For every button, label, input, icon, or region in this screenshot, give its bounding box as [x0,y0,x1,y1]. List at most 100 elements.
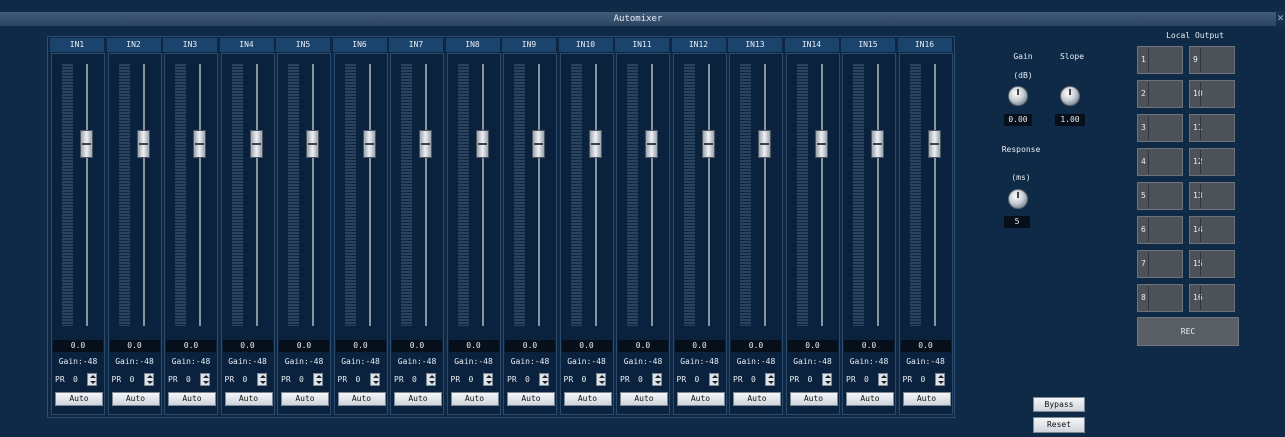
level-meter [344,64,356,326]
pr-spinner[interactable] [595,373,606,386]
fader-handle[interactable] [645,130,658,158]
pr-spinner[interactable] [539,373,549,386]
auto-button[interactable]: Auto [676,392,725,406]
output-button-7[interactable]: 7 [1137,250,1183,278]
output-button-14[interactable]: 14 [1189,216,1235,244]
pr-value[interactable]: 0 [921,375,926,384]
output-button-13[interactable]: 13 [1189,182,1235,210]
pr-spinner[interactable] [200,373,210,386]
output-button-16[interactable]: 16 [1189,284,1235,312]
pr-spinner[interactable] [313,373,323,386]
pr-value[interactable]: 0 [186,375,191,384]
pr-value[interactable]: 0 [243,375,248,384]
auto-button[interactable]: Auto [281,392,329,406]
pr-spinner[interactable] [87,373,97,386]
output-button-11[interactable]: 11 [1189,114,1235,142]
fader-handle[interactable] [193,130,206,158]
fader-handle[interactable] [871,130,884,158]
auto-button[interactable]: Auto [846,392,894,406]
auto-button[interactable]: Auto [168,392,216,406]
fader-handle[interactable] [136,130,150,158]
pr-value[interactable]: 0 [864,375,869,384]
output-button-4[interactable]: 4 [1137,148,1183,176]
close-icon[interactable]: ✕ [1276,11,1285,25]
output-button-3[interactable]: 3 [1137,114,1183,142]
auto-button[interactable]: Auto [620,392,668,406]
auto-button[interactable]: Auto [902,392,951,406]
rec-button[interactable]: REC [1137,317,1239,346]
pr-value[interactable]: 0 [130,375,135,384]
pr-value[interactable]: 0 [695,375,700,384]
auto-button[interactable]: Auto [111,392,160,406]
auto-button[interactable]: Auto [450,392,499,406]
output-button-divider [1148,218,1149,242]
pr-spinner[interactable] [878,373,888,386]
auto-button[interactable]: Auto [789,392,838,406]
fader-handle[interactable] [814,130,828,158]
output-button-6[interactable]: 6 [1137,216,1183,244]
auto-button[interactable]: Auto [224,392,273,406]
auto-button[interactable]: Auto [563,392,612,406]
auto-button[interactable]: Auto [733,392,781,406]
pr-value[interactable]: 0 [299,375,304,384]
pr-spinner[interactable] [482,373,493,386]
fader-value: 0.0 [166,340,216,352]
auto-button[interactable]: Auto [507,392,555,406]
output-button-label: 15 [1193,259,1203,268]
pr-spinner[interactable] [369,373,380,386]
pr-value[interactable]: 0 [412,375,417,384]
pr-value[interactable]: 0 [356,375,361,384]
fader-handle[interactable] [532,130,545,158]
auto-button[interactable]: Auto [337,392,386,406]
pr-spinner[interactable] [256,373,267,386]
output-button-9[interactable]: 9 [1189,46,1235,74]
output-button-10[interactable]: 10 [1189,80,1235,108]
fader-handle[interactable] [306,130,319,158]
fader-handle[interactable] [362,130,376,158]
bypass-button[interactable]: Bypass [1033,397,1085,412]
gain-knob[interactable] [1008,86,1028,106]
output-button-5[interactable]: 5 [1137,182,1183,210]
pr-value[interactable]: 0 [751,375,756,384]
response-knob[interactable] [1008,189,1028,209]
slope-value[interactable]: 1.00 [1055,114,1085,126]
slope-knob[interactable] [1060,86,1080,106]
fader-handle[interactable] [927,130,941,158]
pr-spinner[interactable] [821,373,832,386]
channel-label: IN6 [332,38,387,52]
output-button-12[interactable]: 12 [1189,148,1235,176]
fader-handle[interactable] [80,130,93,158]
channel-label: IN14 [784,38,839,52]
pr-value[interactable]: 0 [582,375,587,384]
pr-value[interactable]: 0 [808,375,813,384]
gain-value[interactable]: 0.00 [1004,114,1032,126]
pr-spinner[interactable] [143,373,154,386]
auto-button[interactable]: Auto [55,392,103,406]
pr-spinner[interactable] [708,373,719,386]
fader-handle[interactable] [588,130,602,158]
output-button-2[interactable]: 2 [1137,80,1183,108]
response-value[interactable]: 5 [1004,216,1030,228]
output-button-1[interactable]: 1 [1137,46,1183,74]
pr-value[interactable]: 0 [73,375,78,384]
fader-handle[interactable] [758,130,771,158]
level-meter [627,64,638,326]
pr-value[interactable]: 0 [638,375,643,384]
output-button-divider [1200,252,1201,276]
pr-value[interactable]: 0 [525,375,530,384]
pr-spinner[interactable] [652,373,662,386]
fader-handle[interactable] [701,130,715,158]
fader-handle[interactable] [475,130,489,158]
output-button-8[interactable]: 8 [1137,284,1183,312]
reset-button[interactable]: Reset [1033,417,1085,433]
output-button-15[interactable]: 15 [1189,250,1235,278]
pr-spinner[interactable] [934,373,945,386]
pr-spinner[interactable] [426,373,436,386]
fader-handle[interactable] [249,130,263,158]
gain-readout: Gain:-48 [228,357,267,366]
auto-button[interactable]: Auto [394,392,442,406]
channel-strip: IN4 0.0 Gain:-48 PR 0 Auto [219,38,275,416]
pr-spinner[interactable] [765,373,775,386]
fader-handle[interactable] [419,130,432,158]
pr-value[interactable]: 0 [469,375,474,384]
